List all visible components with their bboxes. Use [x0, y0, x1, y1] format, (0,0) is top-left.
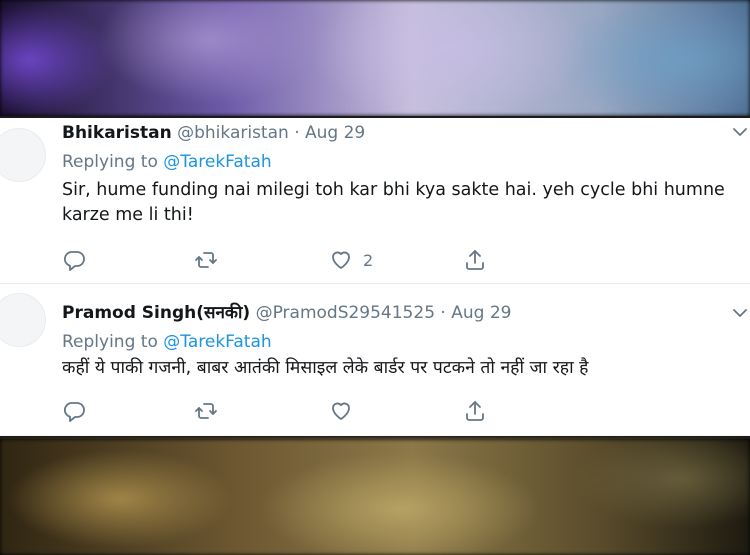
separator-dot: ·: [440, 303, 446, 323]
avatar[interactable]: [0, 293, 46, 347]
heart-icon: [332, 251, 350, 269]
tweet-content: Pramod Singh(सनकी) @PramodS29541525 · Au…: [62, 302, 730, 381]
retweet-button[interactable]: [194, 397, 218, 425]
share-button[interactable]: [463, 397, 487, 425]
retweet-icon: [195, 252, 217, 268]
tweet-date[interactable]: Aug 29: [305, 123, 365, 143]
reply-button[interactable]: [62, 397, 86, 425]
replying-to: Replying to @TarekFatah: [62, 331, 730, 353]
like-button[interactable]: 2: [329, 246, 373, 274]
tweet-content: Bhikaristan @bhikaristan · Aug 29 Replyi…: [62, 122, 730, 228]
reply-thread-panel: Bhikaristan @bhikaristan · Aug 29 Replyi…: [0, 116, 750, 439]
author-name[interactable]: Pramod Singh(सनकी): [62, 303, 250, 323]
share-icon: [466, 250, 484, 270]
tweet-actions: [0, 397, 700, 425]
mention-link[interactable]: @TarekFatah: [163, 152, 271, 172]
tweet-header: Pramod Singh(सनकी) @PramodS29541525 · Au…: [62, 302, 730, 324]
replying-label: Replying to: [62, 152, 158, 172]
tweet-text: Sir, hume funding nai milegi toh kar bhi…: [62, 180, 725, 225]
separator-dot: ·: [294, 123, 300, 143]
author-name[interactable]: Bhikaristan: [62, 123, 172, 143]
share-icon: [466, 401, 484, 421]
tweet-actions: 2: [0, 246, 700, 274]
tweet-text: कहीं ये पाकी गजनी, बाबर आतंकी मिसाइल लेक…: [62, 358, 589, 378]
reply-button[interactable]: [62, 246, 86, 274]
blurred-background-top: [0, 0, 750, 116]
share-button[interactable]: [463, 246, 487, 274]
chevron-down-icon[interactable]: [732, 124, 748, 140]
blurred-background-bottom: [0, 439, 750, 555]
like-button[interactable]: [329, 397, 363, 425]
like-count: 2: [363, 250, 374, 270]
reply-icon: [63, 251, 85, 271]
tweet-header: Bhikaristan @bhikaristan · Aug 29: [62, 122, 730, 144]
replying-to: Replying to @TarekFatah: [62, 151, 730, 173]
retweet-button[interactable]: [194, 246, 218, 274]
tweet-card[interactable]: Bhikaristan @bhikaristan · Aug 29 Replyi…: [0, 118, 750, 284]
retweet-icon: [195, 403, 217, 419]
replying-label: Replying to: [62, 332, 158, 352]
reply-icon: [63, 402, 85, 422]
tweet-card[interactable]: Pramod Singh(सनकी) @PramodS29541525 · Au…: [0, 285, 750, 436]
tweet-date[interactable]: Aug 29: [451, 303, 511, 323]
avatar[interactable]: [0, 128, 46, 182]
mention-link[interactable]: @TarekFatah: [163, 332, 271, 352]
author-handle[interactable]: @PramodS29541525: [256, 303, 435, 323]
heart-icon: [332, 402, 350, 420]
author-handle[interactable]: @bhikaristan: [177, 123, 289, 143]
chevron-down-icon[interactable]: [732, 305, 748, 321]
